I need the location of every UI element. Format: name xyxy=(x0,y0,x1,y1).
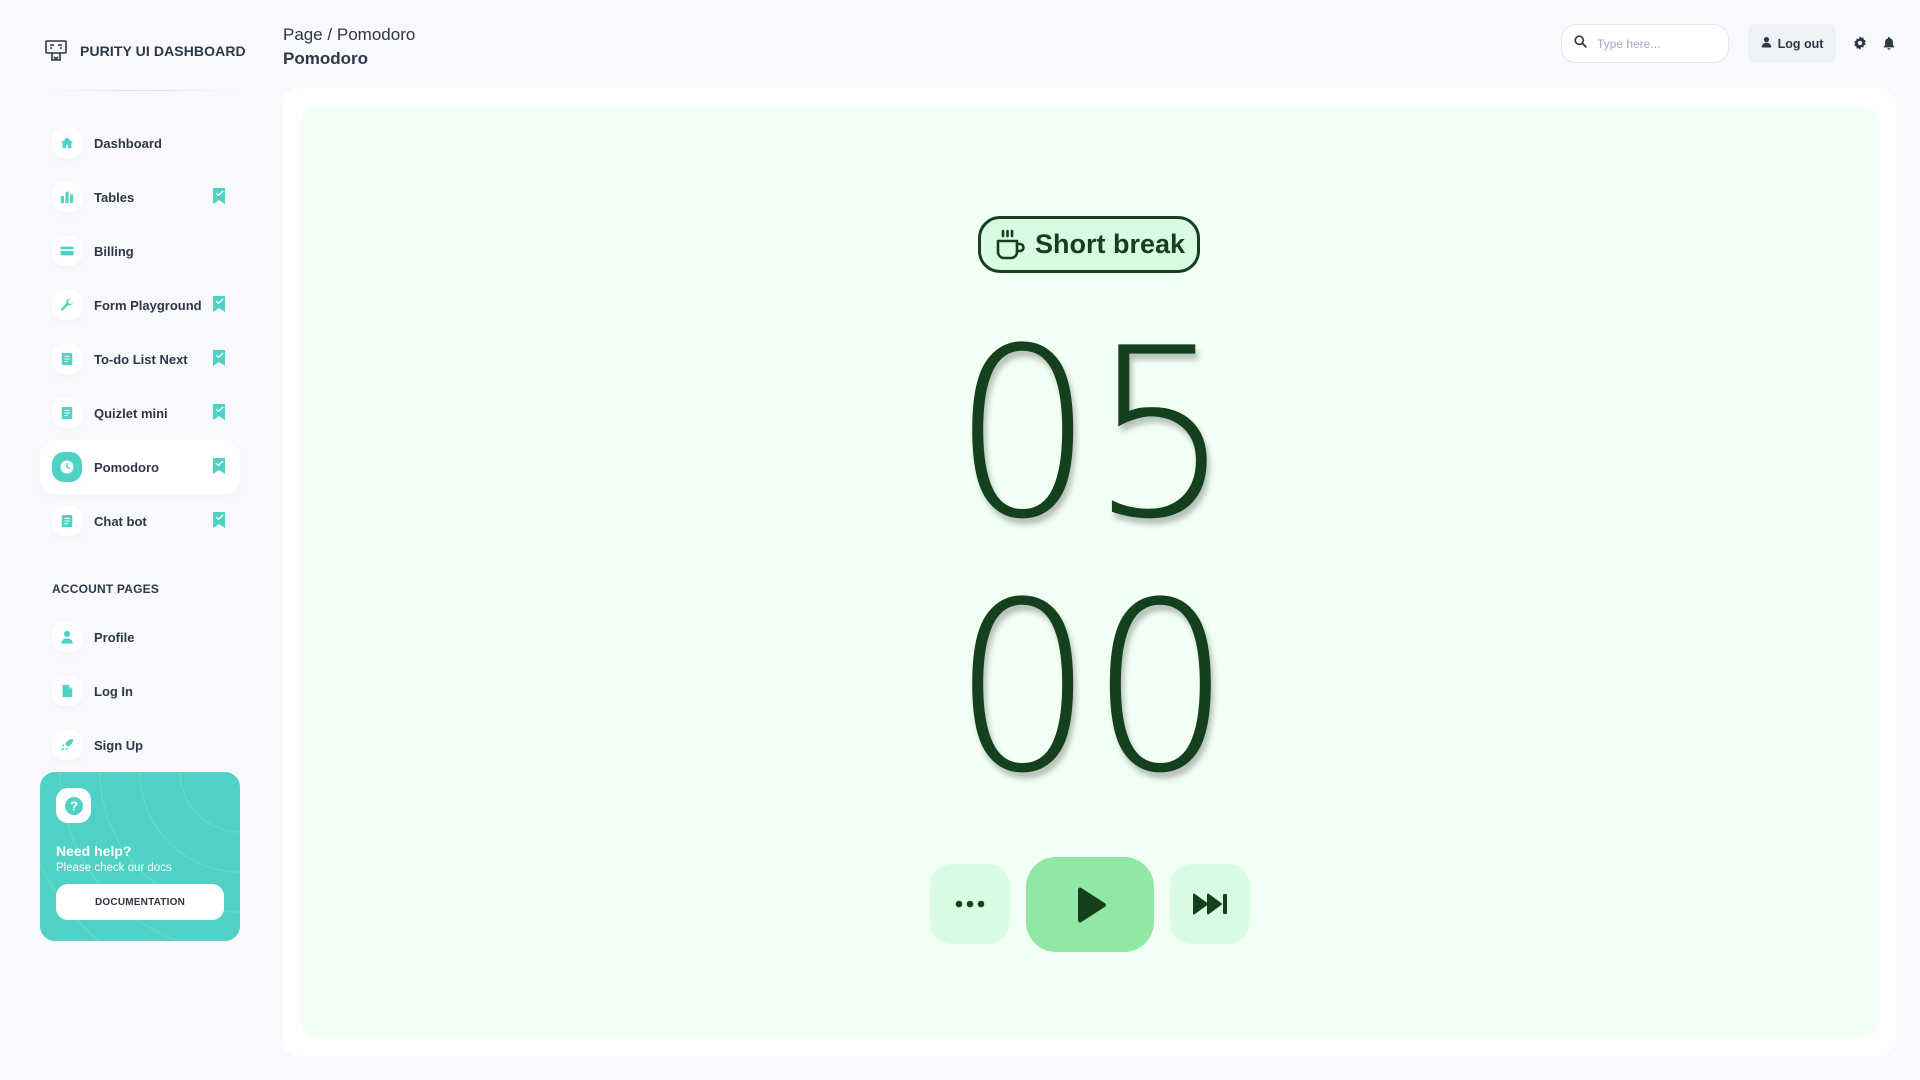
person-icon xyxy=(52,622,82,652)
sidebar-item-label: Chat bot xyxy=(94,513,147,529)
gear-icon[interactable] xyxy=(1853,36,1867,50)
play-icon xyxy=(1078,887,1106,922)
search-icon xyxy=(1574,34,1587,53)
account-pages-heading: ACCOUNT PAGES xyxy=(52,582,160,596)
skip-button[interactable] xyxy=(1170,864,1250,944)
sidebar-item-label: Billing xyxy=(94,243,134,259)
brand-divider xyxy=(48,90,238,91)
sidebar-item-label: To-do List Next xyxy=(94,351,188,367)
bookmark-icon[interactable] xyxy=(212,458,226,474)
sidebar-item-quizlet-mini[interactable]: Quizlet mini xyxy=(40,386,240,440)
sidebar-item-form-playground[interactable]: Form Playground xyxy=(40,278,240,332)
log-out-button[interactable]: Log out xyxy=(1748,24,1836,63)
clock-icon xyxy=(52,452,82,482)
document-icon xyxy=(52,506,82,536)
person-icon xyxy=(1761,36,1772,51)
brand-name: PURITY UI DASHBOARD xyxy=(80,43,246,59)
sidebar-item-chat-bot[interactable]: Chat bot xyxy=(40,494,240,548)
mode-badge[interactable]: Short break xyxy=(978,216,1200,273)
sidebar-item-label: Sign Up xyxy=(94,737,144,753)
sidebar-item-label: Form Playground xyxy=(94,297,202,313)
help-subtitle: Please check our docs xyxy=(56,862,172,874)
bookmark-icon[interactable] xyxy=(212,404,226,420)
bookmark-icon[interactable] xyxy=(212,350,226,366)
sidebar-item-sign-up[interactable]: Sign Up xyxy=(40,718,240,772)
sidebar-item-label: Dashboard xyxy=(94,135,162,151)
sidebar-item-label: Profile xyxy=(94,629,135,645)
play-button[interactable] xyxy=(1026,857,1154,952)
coffee-cup-icon xyxy=(996,229,1025,259)
question-icon: ? xyxy=(56,788,91,823)
sidebar-item-todo-list-next[interactable]: To-do List Next xyxy=(40,332,240,386)
bookmark-icon[interactable] xyxy=(212,188,226,204)
mode-label: Short break xyxy=(1034,229,1186,259)
sidebar-item-label: Quizlet mini xyxy=(94,405,168,421)
more-options-button[interactable] xyxy=(930,864,1010,944)
brand[interactable]: PURITY UI DASHBOARD xyxy=(44,38,246,64)
dashboard-logo-icon xyxy=(44,39,68,63)
wrench-icon xyxy=(52,290,82,320)
bookmark-icon[interactable] xyxy=(212,296,226,312)
bookmark-icon[interactable] xyxy=(212,512,226,528)
log-out-label: Log out xyxy=(1777,36,1824,51)
breadcrumb[interactable]: Page / Pomodoro xyxy=(283,25,415,45)
sidebar-item-label: Tables xyxy=(94,189,135,205)
file-icon xyxy=(52,676,82,706)
home-icon xyxy=(52,128,82,158)
sidebar-item-billing[interactable]: Billing xyxy=(40,224,240,278)
credit-card-icon xyxy=(52,236,82,266)
sidebar-item-pomodoro[interactable]: Pomodoro xyxy=(40,440,240,494)
help-title: Need help? xyxy=(56,843,132,859)
search-input[interactable] xyxy=(1597,36,1715,51)
help-card: ? Need help? Please check our docs DOCUM… xyxy=(40,772,240,941)
sidebar-item-dashboard[interactable]: Dashboard xyxy=(40,116,240,170)
bell-icon[interactable] xyxy=(1882,36,1896,50)
rocket-icon xyxy=(52,730,82,760)
skip-forward-icon xyxy=(1193,893,1227,915)
document-icon xyxy=(52,398,82,428)
page-title: Pomodoro xyxy=(283,49,368,68)
svg-text:?: ? xyxy=(70,798,78,813)
timer-seconds: 00 xyxy=(952,553,1231,825)
search-box[interactable] xyxy=(1561,24,1729,63)
timer-minutes: 05 xyxy=(952,299,1231,571)
document-icon xyxy=(52,344,82,374)
sidebar-item-tables[interactable]: Tables xyxy=(40,170,240,224)
documentation-button[interactable]: DOCUMENTATION xyxy=(56,884,224,920)
sidebar-item-profile[interactable]: Profile xyxy=(40,610,240,664)
sidebar-item-log-in[interactable]: Log In xyxy=(40,664,240,718)
sidebar: PURITY UI DASHBOARD Dashboard Tables Bil… xyxy=(0,0,280,1080)
more-icon xyxy=(955,900,985,908)
sidebar-item-label: Pomodoro xyxy=(94,459,159,475)
bar-chart-icon xyxy=(52,182,82,212)
sidebar-item-label: Log In xyxy=(94,683,133,699)
